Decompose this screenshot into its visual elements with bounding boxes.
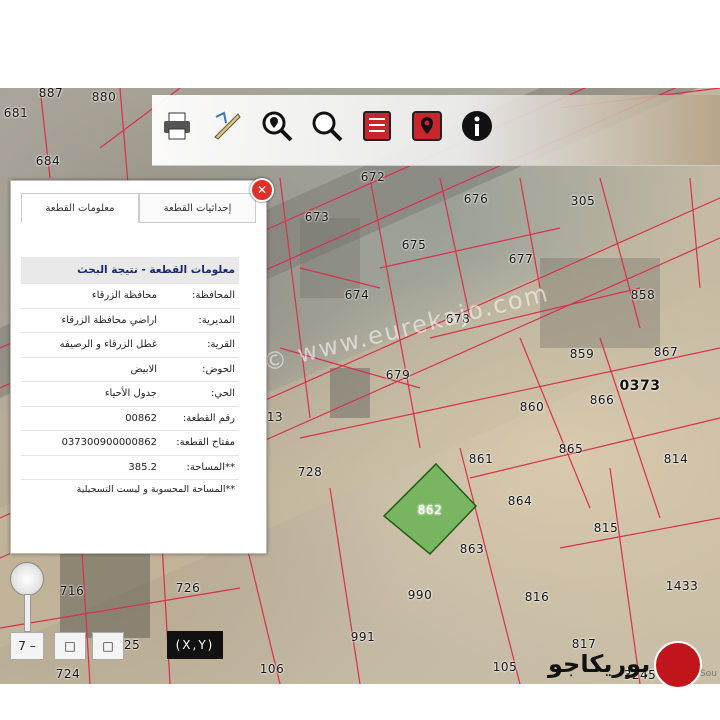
table-row: رقم القطعة: 00862 [21, 406, 239, 431]
row-value: الابيض [21, 357, 161, 382]
row-value: غطل الزرقاء و الرصيفه [21, 332, 161, 358]
parcel-label-716: 716 [59, 584, 85, 598]
parcel-label-887: 887 [38, 88, 64, 100]
parcel-label-817: 817 [571, 637, 597, 651]
brand-logo [654, 641, 702, 689]
measure-button[interactable] [210, 109, 244, 143]
info-icon [462, 111, 492, 141]
map-pin-icon [412, 111, 442, 141]
building-block [300, 218, 360, 298]
parcel-label-859: 859 [569, 347, 595, 361]
row-value: 385.2 [21, 455, 161, 480]
parcel-label-990: 990 [407, 588, 433, 602]
map-toolbar [152, 95, 720, 166]
table-row: المديرية: اراضي محافظة الزرقاء [21, 308, 239, 333]
building-block [330, 368, 370, 418]
table-row: المحافظة: محافظة الزرقاء [21, 283, 239, 309]
zoom-slider-track[interactable] [24, 594, 31, 632]
parcel-label-728: 728 [297, 465, 323, 479]
row-key: مفتاح القطعة: [161, 430, 239, 456]
row-value: 00862 [21, 406, 161, 431]
parcel-label-815: 815 [593, 521, 619, 535]
parcel-label-724: 724 [55, 667, 81, 681]
row-value: محافظة الزرقاء [21, 283, 161, 309]
parcel-label-726: 726 [175, 581, 201, 595]
block-number-label: 0373 [619, 378, 661, 394]
table-row: **المساحة: 385.2 [21, 455, 239, 480]
table-row: مفتاح القطعة: 037300900000862 [21, 430, 239, 456]
info-button[interactable] [460, 109, 494, 143]
report-document-icon [363, 111, 391, 141]
table-row: الحي: جدول الأحياء [21, 381, 239, 407]
parcel-label-681: 681 [3, 106, 29, 120]
locate-parcel-button[interactable] [260, 109, 294, 143]
parcel-label-1433: 1433 [665, 579, 699, 593]
parcel-label-862: 862 [417, 503, 443, 517]
parcel-label-105: 105 [492, 660, 518, 674]
map-option-button-b[interactable]: □ [92, 632, 124, 660]
parcel-label-676: 676 [463, 192, 489, 206]
xy-coordinates-button[interactable]: (X,Y) [167, 631, 223, 659]
report-button[interactable] [360, 109, 394, 143]
parcel-label-880: 880 [91, 90, 117, 104]
row-key: **المساحة: [161, 455, 239, 480]
row-key: رقم القطعة: [161, 406, 239, 431]
parcel-label-991: 991 [350, 630, 376, 644]
printer-icon [164, 112, 190, 140]
zoom-to-location-icon [262, 111, 293, 142]
parcel-label-814: 814 [663, 452, 689, 466]
search-button[interactable] [310, 109, 344, 143]
row-key: الحوض: [161, 357, 239, 382]
brand-logo-text: بوريكاجو [548, 650, 651, 678]
parcel-label-675: 675 [401, 238, 427, 252]
zoom-out-button[interactable]: 7 – [10, 632, 44, 660]
parcel-label-679: 679 [385, 368, 411, 382]
parcel-label-861: 861 [468, 452, 494, 466]
parcel-label-860: 860 [519, 400, 545, 414]
close-icon: ✕ [256, 183, 268, 197]
area-note: **المساحة المحسوبة و ليست التسجيلية [76, 483, 235, 495]
parcel-label-866: 866 [589, 393, 615, 407]
parcel-label-677: 677 [508, 252, 534, 266]
parcel-label-674: 674 [344, 288, 370, 302]
parcel-label-864: 864 [507, 494, 533, 508]
parcel-info-table: معلومات القطعة - نتيجة البحث المحافظة: مح… [21, 257, 239, 498]
row-value: 037300900000862 [21, 430, 161, 456]
table-row: الحوض: الابيض [21, 357, 239, 382]
parcel-label-867: 867 [653, 345, 679, 359]
panel-tabs: إحداثيات القطعة معلومات القطعة [21, 193, 261, 223]
parcel-label-13: 13 [266, 410, 284, 424]
close-panel-button[interactable]: ✕ [250, 178, 274, 202]
parcel-label-684: 684 [35, 154, 61, 168]
panel-header: معلومات القطعة - نتيجة البحث [21, 257, 239, 284]
row-key: الحي: [161, 381, 239, 407]
tab-parcel-coordinates[interactable]: إحداثيات القطعة [139, 193, 256, 223]
source-label: Sou [700, 669, 717, 679]
parcel-label-106: 106 [259, 662, 285, 676]
pan-zoom-knob[interactable] [10, 562, 44, 596]
print-button[interactable] [160, 109, 194, 143]
table-row: القرية: غطل الزرقاء و الرصيفه [21, 332, 239, 358]
row-value: اراضي محافظة الزرقاء [21, 308, 161, 333]
search-magnifier-icon [312, 111, 343, 142]
parcel-label-858: 858 [630, 288, 656, 302]
row-value: جدول الأحياء [21, 381, 161, 407]
row-key: القرية: [161, 332, 239, 358]
row-key: المحافظة: [161, 283, 239, 309]
building-block [540, 258, 660, 348]
parcel-label-673: 673 [304, 210, 330, 224]
parcel-label-305: 305 [570, 194, 596, 208]
parcel-label-865: 865 [558, 442, 584, 456]
location-button[interactable] [410, 109, 444, 143]
parcel-label-672: 672 [360, 170, 386, 184]
tab-parcel-info[interactable]: معلومات القطعة [21, 193, 139, 223]
measure-tool-icon [214, 111, 241, 140]
row-key: المديرية: [161, 308, 239, 333]
parcel-label-816: 816 [524, 590, 550, 604]
parcel-label-863: 863 [459, 542, 485, 556]
map-option-button-a[interactable]: □ [54, 632, 86, 660]
